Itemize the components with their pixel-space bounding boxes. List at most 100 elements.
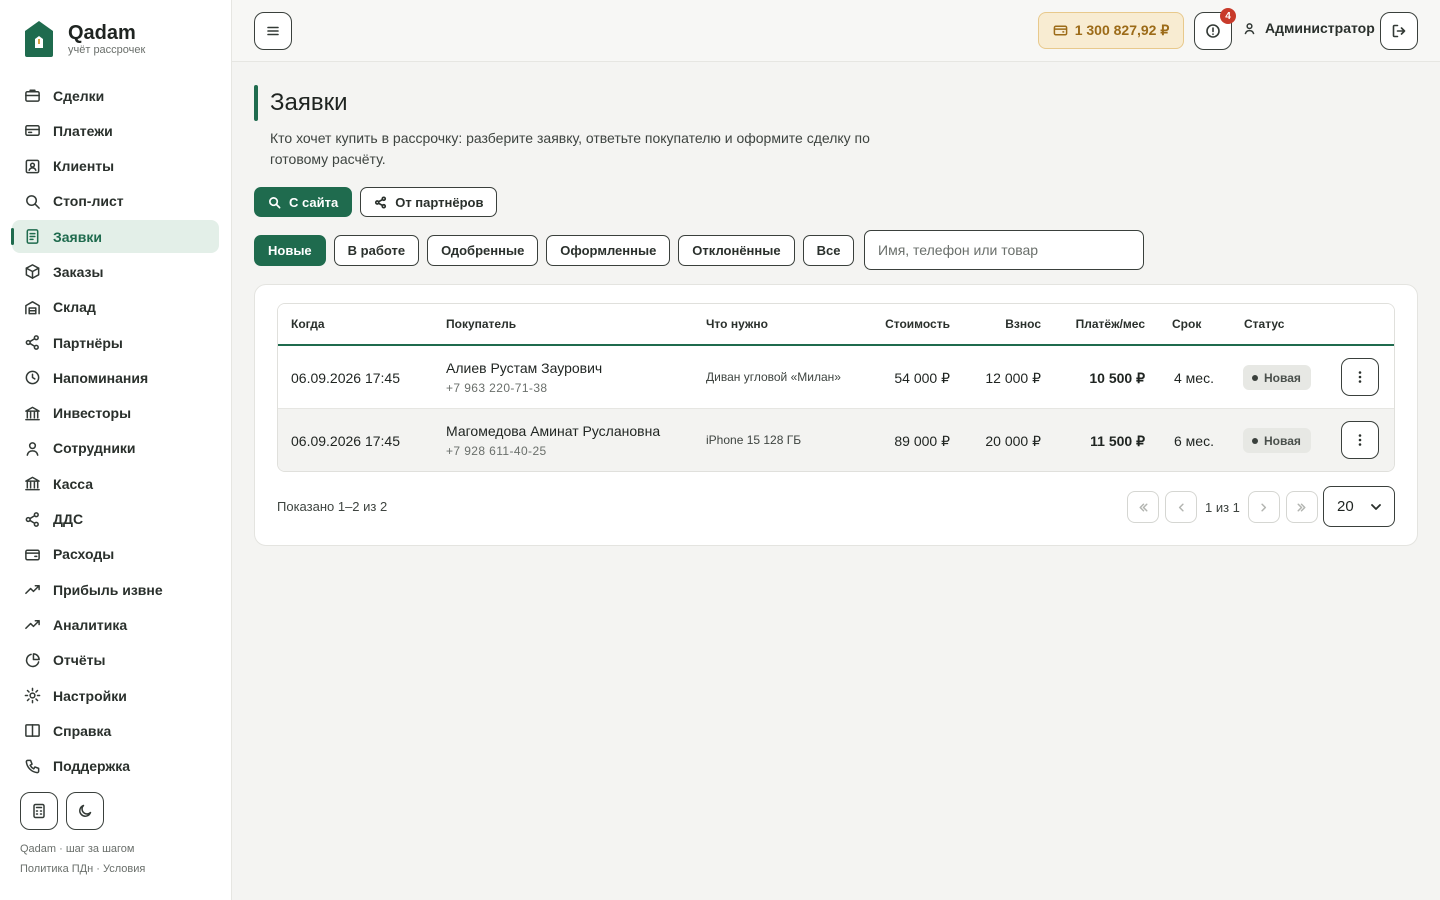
sidebar-item-label: Заявки	[53, 228, 102, 245]
warehouse-icon	[24, 299, 41, 316]
sidebar-item-cashflow[interactable]: ДДС	[12, 503, 219, 536]
filter-all[interactable]: Все	[802, 235, 855, 266]
sidebar-item-expenses[interactable]: Расходы	[12, 538, 219, 571]
tab-label: От партнёров	[395, 194, 484, 210]
status-filters: Новые В работе Одобренные Оформленные От…	[254, 235, 855, 266]
menu-button[interactable]	[254, 12, 292, 50]
page-info: 1 из 1	[1205, 499, 1240, 515]
sidebar-item-cashdesk[interactable]: Касса	[12, 467, 219, 500]
cell-buyer-phone: +7 963 220-71-38	[446, 381, 548, 395]
tab-from-site[interactable]: С сайта	[254, 187, 353, 217]
tab-label: С сайта	[289, 194, 339, 210]
sidebar-item-orders[interactable]: Заказы	[12, 255, 219, 288]
row-actions-button[interactable]	[1341, 421, 1379, 459]
table-row[interactable]: 06.09.2026 17:45 Магомедова Аминат Русла…	[278, 409, 1394, 471]
cell-term: 6 мес.	[1174, 433, 1214, 449]
sidebar-item-label: Отчёты	[53, 652, 106, 669]
column-header-monthly[interactable]: Платёж/мес	[1076, 317, 1145, 331]
moon-icon	[79, 804, 92, 817]
search-input[interactable]	[864, 230, 1144, 270]
document-icon	[24, 228, 41, 245]
gear-icon	[24, 687, 41, 704]
clock-icon	[24, 369, 41, 386]
column-header-term[interactable]: Срок	[1172, 317, 1201, 331]
phone-icon	[24, 758, 41, 775]
filter-approved[interactable]: Одобренные	[427, 235, 539, 266]
sidebar-item-label: Склад	[53, 299, 96, 316]
topbar: 1 300 827,92 ₽ 4 Администратор	[232, 0, 1440, 62]
logout-button[interactable]	[1380, 12, 1418, 50]
sidebar-item-settings[interactable]: Настройки	[12, 679, 219, 712]
sidebar-item-employees[interactable]: Сотрудники	[12, 432, 219, 465]
user-icon	[24, 440, 41, 457]
wallet-icon	[24, 546, 41, 563]
sidebar-item-investors[interactable]: Инвесторы	[12, 397, 219, 430]
sidebar-item-label: Инвесторы	[53, 405, 132, 422]
hamburger-icon	[267, 26, 279, 36]
user-menu[interactable]: Администратор	[1242, 20, 1375, 36]
requests-table: Когда Покупатель Что нужно Стоимость Взн…	[277, 303, 1395, 472]
sidebar-item-support[interactable]: Поддержка	[12, 750, 219, 783]
sidebar-item-requests[interactable]: Заявки	[11, 220, 219, 254]
sidebar-item-label: Настройки	[53, 687, 127, 704]
filter-in-progress[interactable]: В работе	[333, 235, 420, 266]
table-row[interactable]: 06.09.2026 17:45 Алиев Рустам Заурович +…	[278, 346, 1394, 409]
bank-icon	[24, 405, 41, 422]
sidebar-item-label: Сделки	[53, 87, 105, 104]
column-header-buyer[interactable]: Покупатель	[446, 317, 516, 331]
filter-new[interactable]: Новые	[254, 235, 326, 266]
search-icon	[24, 193, 41, 210]
sidebar-item-external-profit[interactable]: Прибыль извне	[12, 573, 219, 606]
requests-card: Когда Покупатель Что нужно Стоимость Взн…	[254, 284, 1418, 546]
sidebar-item-partners[interactable]: Партнёры	[12, 326, 219, 359]
more-vertical-icon	[1358, 371, 1362, 383]
tab-from-partners[interactable]: От партнёров	[360, 187, 498, 217]
balance-badge[interactable]: 1 300 827,92 ₽	[1038, 12, 1184, 49]
user-icon	[1244, 22, 1255, 34]
sidebar-item-reminders[interactable]: Напоминания	[12, 361, 219, 394]
sidebar-item-payments[interactable]: Платежи	[12, 114, 219, 147]
sidebar-item-warehouse[interactable]: Склад	[12, 291, 219, 324]
filter-rejected[interactable]: Отклонённые	[678, 235, 795, 266]
cell-need: Диван угловой «Милан»	[706, 370, 841, 384]
trend-up-icon	[24, 581, 41, 598]
sidebar: Qadam учёт рассрочек Сделки Платежи Клие…	[0, 0, 232, 900]
column-header-cost[interactable]: Стоимость	[885, 317, 950, 331]
prev-page-button[interactable]	[1165, 491, 1197, 523]
cell-when: 06.09.2026 17:45	[291, 433, 400, 449]
filter-completed[interactable]: Оформленные	[546, 235, 671, 266]
share-icon	[375, 195, 387, 209]
column-header-when[interactable]: Когда	[291, 317, 325, 331]
sidebar-item-analytics[interactable]: Аналитика	[12, 608, 219, 641]
chevron-left-icon	[1178, 503, 1184, 511]
sidebar-item-label: Платежи	[53, 122, 113, 139]
cell-cost: 89 000 ₽	[894, 433, 950, 449]
sidebar-nav: Сделки Платежи Клиенты Стоп-лист Заявки …	[11, 79, 219, 785]
cell-deposit: 20 000 ₽	[985, 433, 1041, 449]
column-header-need[interactable]: Что нужно	[706, 317, 768, 331]
footer-links[interactable]: Политика ПДн · Условия	[20, 859, 145, 879]
trend-up-icon	[24, 616, 41, 633]
column-header-status[interactable]: Статус	[1244, 317, 1284, 331]
sidebar-item-stoplist[interactable]: Стоп-лист	[12, 185, 219, 218]
row-actions-button[interactable]	[1341, 358, 1379, 396]
pie-chart-icon	[24, 652, 41, 669]
sidebar-item-deals[interactable]: Сделки	[12, 79, 219, 112]
sidebar-item-clients[interactable]: Клиенты	[12, 150, 219, 183]
first-page-button[interactable]	[1127, 491, 1159, 523]
calculator-icon	[33, 803, 45, 819]
calculator-button[interactable]	[20, 792, 58, 830]
sidebar-item-help[interactable]: Справка	[12, 714, 219, 747]
page-description: Кто хочет купить в рассрочку: разберите …	[270, 130, 870, 167]
wallet-icon	[1053, 25, 1068, 36]
per-page-select[interactable]: 20	[1323, 486, 1395, 527]
sidebar-item-reports[interactable]: Отчёты	[12, 644, 219, 677]
theme-toggle-button[interactable]	[66, 792, 104, 830]
next-page-button[interactable]	[1247, 491, 1280, 523]
sidebar-item-label: Клиенты	[53, 158, 115, 175]
pagination: 1 из 1	[1127, 491, 1318, 523]
logo[interactable]: Qadam учёт рассрочек	[24, 20, 145, 58]
alert-circle-icon	[1206, 24, 1220, 38]
last-page-button[interactable]	[1285, 491, 1318, 523]
column-header-deposit[interactable]: Взнос	[1005, 317, 1041, 331]
